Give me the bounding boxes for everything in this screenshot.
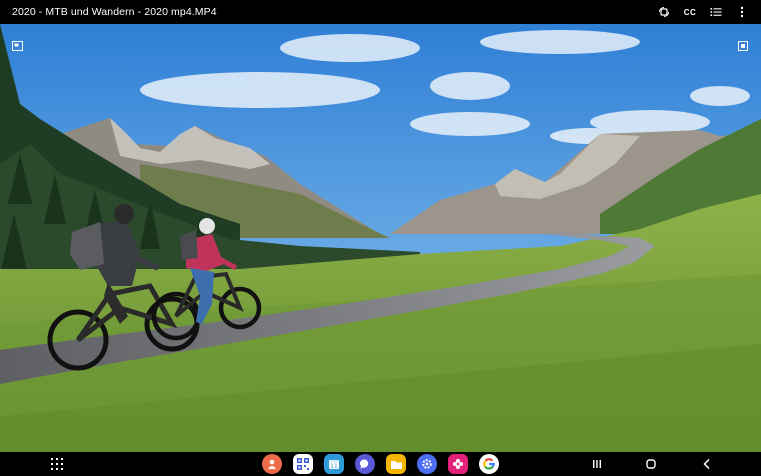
playlist-icon[interactable] [709,5,723,19]
navigation-bar: 11 [0,452,761,476]
app-drawer-icon[interactable] [50,457,64,471]
top-actions: CC [657,0,749,24]
settings-app-icon[interactable] [417,454,437,474]
video-frame [0,24,761,452]
contacts-app-icon[interactable] [262,454,282,474]
svg-text:11: 11 [330,463,338,470]
my-files-app-icon[interactable] [386,454,406,474]
gallery-app-icon[interactable] [448,454,468,474]
app-dock: 11 [262,454,499,474]
google-app-icon[interactable] [479,454,499,474]
popup-view-icon[interactable] [11,40,23,52]
recent-apps-icon[interactable] [590,457,604,471]
closed-captions-icon[interactable]: CC [683,5,697,19]
calendar-app-icon[interactable]: 11 [324,454,344,474]
back-icon[interactable] [700,457,714,471]
video-player[interactable] [0,24,761,452]
title-bar: 2020 - MTB und Wandern - 2020 mp4.MP4 CC [0,0,761,24]
screen-capture-icon[interactable] [737,40,749,52]
more-vertical-icon[interactable] [735,5,749,19]
screen-rotate-icon[interactable] [657,5,671,19]
messages-app-icon[interactable] [355,454,375,474]
video-title: 2020 - MTB und Wandern - 2020 mp4.MP4 [12,6,217,18]
home-icon[interactable] [644,457,658,471]
qr-scanner-app-icon[interactable] [293,454,313,474]
